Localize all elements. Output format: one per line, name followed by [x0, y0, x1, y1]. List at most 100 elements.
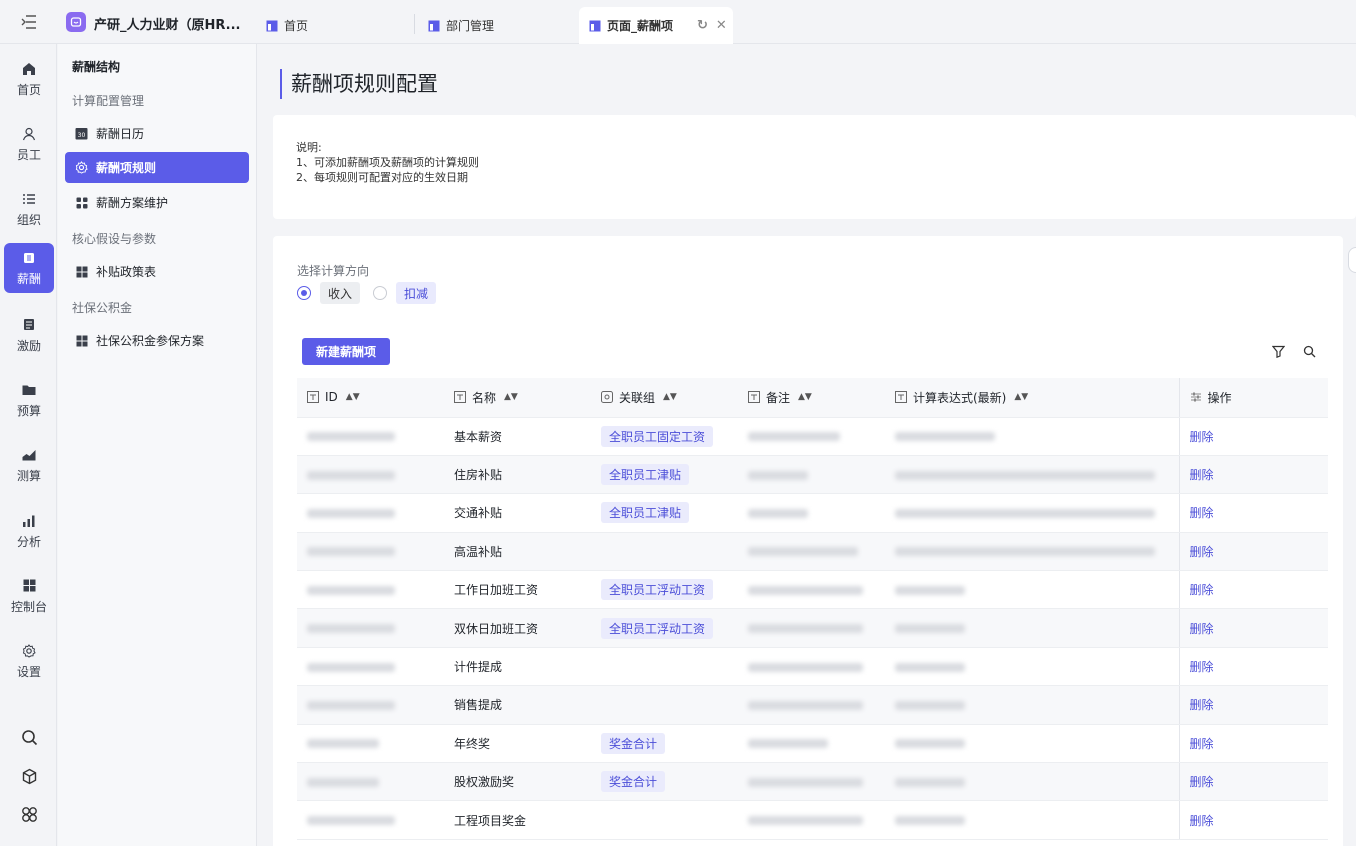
radio-deduct[interactable]: 扣减	[373, 282, 437, 304]
filter-icon[interactable]	[1270, 343, 1286, 359]
nav-salary[interactable]: 薪酬	[4, 243, 54, 293]
nav-estimate[interactable]: 测算	[4, 440, 54, 490]
group-tag[interactable]: 全职员工浮动工资	[601, 579, 714, 601]
app-logo-icon	[66, 12, 86, 32]
subnav-item-calendar[interactable]: 30 薪酬日历	[65, 118, 249, 149]
table-row[interactable]: 双休日加班工资 全职员工浮动工资 删除	[297, 608, 1328, 648]
group-tag[interactable]: 全职员工浮动工资	[601, 617, 714, 639]
table-row[interactable]: 工程项目奖金 删除	[297, 800, 1328, 840]
close-icon[interactable]: ✕	[716, 18, 727, 33]
sort-icon[interactable]: ▲▼	[798, 392, 812, 402]
scroll-handle[interactable]	[1348, 247, 1356, 273]
group-tag[interactable]: 全职员工固定工资	[601, 425, 714, 447]
delete-link[interactable]: 删除	[1190, 583, 1214, 597]
delete-link[interactable]: 删除	[1190, 545, 1214, 559]
sort-icon[interactable]: ▲▼	[504, 392, 518, 402]
sort-icon[interactable]: ▲▼	[346, 392, 360, 402]
nav-label: 设置	[16, 664, 41, 679]
tab-salary-item[interactable]: 页面_薪酬项 ↻ ✕	[579, 7, 733, 44]
nav-settings[interactable]: 设置	[4, 636, 54, 686]
col-remark-header[interactable]: 备注 ▲▼	[738, 378, 885, 418]
table-row[interactable]: 销售提成 删除	[297, 685, 1328, 725]
cell-op: 删除	[1178, 647, 1328, 687]
tab-home[interactable]: 首页	[266, 7, 308, 44]
nav-label: 首页	[16, 82, 41, 97]
col-group-header[interactable]: 关联组 ▲▼	[591, 378, 738, 418]
table-row[interactable]: 住房补贴 全职员工津贴 删除	[297, 455, 1328, 495]
delete-link[interactable]: 删除	[1190, 622, 1214, 636]
tab-divider	[414, 14, 415, 34]
cell-name: 高温补贴	[444, 532, 591, 572]
radio-dot	[297, 286, 311, 300]
delete-link[interactable]: 删除	[1190, 775, 1214, 789]
settings-sliders-icon	[1190, 391, 1202, 403]
group-tag[interactable]: 全职员工津贴	[601, 502, 690, 524]
search-icon[interactable]	[18, 726, 40, 748]
table-row[interactable]: 年终奖 奖金合计 删除	[297, 724, 1328, 764]
nav-employee[interactable]: 员工	[4, 119, 54, 169]
subnav-item-plan[interactable]: 薪酬方案维护	[65, 187, 249, 218]
nav-analysis[interactable]: 分析	[4, 506, 54, 556]
group-tag[interactable]: 全职员工津贴	[601, 464, 690, 486]
cell-group: 全职员工固定工资	[591, 417, 738, 456]
cell-id	[297, 532, 444, 572]
app-name[interactable]: 产研_人力业财（原HR...	[94, 14, 240, 33]
cell-expr	[885, 417, 1179, 456]
header-label: 关联组	[619, 390, 656, 405]
cell-remark	[738, 762, 885, 802]
sort-icon[interactable]: ▲▼	[1014, 392, 1028, 402]
table-row[interactable]: 高温补贴 删除	[297, 532, 1328, 572]
group-tag[interactable]: 奖金合计	[601, 771, 666, 793]
nav-label: 测算	[16, 468, 41, 483]
nav-console[interactable]: 控制台	[4, 571, 54, 621]
search-icon[interactable]	[1301, 343, 1317, 359]
subnav-item-subsidy[interactable]: 补贴政策表	[65, 256, 249, 287]
cell-op: 删除	[1178, 532, 1328, 572]
delete-link[interactable]: 删除	[1190, 430, 1214, 444]
delete-link[interactable]: 删除	[1190, 698, 1214, 712]
cube-icon[interactable]	[18, 765, 40, 787]
table-row[interactable]: 工作日加班工资 全职员工浮动工资 删除	[297, 570, 1328, 610]
cell-remark	[738, 800, 885, 840]
collapse-menu-icon[interactable]	[20, 13, 38, 31]
nav-incentive[interactable]: 激励	[4, 310, 54, 360]
table-row[interactable]: 股权激励奖 奖金合计 删除	[297, 762, 1328, 802]
nav-home[interactable]: 首页	[4, 54, 54, 104]
subnav-label: 补贴政策表	[96, 265, 157, 279]
note-line: 2、每项规则可配置对应的生效日期	[296, 171, 468, 184]
col-id-header[interactable]: ID ▲▼	[297, 378, 444, 418]
subnav-label: 薪酬日历	[96, 127, 145, 141]
tab-department[interactable]: 部门管理	[428, 7, 494, 44]
cell-name: 双休日加班工资	[444, 608, 591, 648]
subnav-label: 薪酬项规则	[96, 161, 157, 175]
group-tag[interactable]: 奖金合计	[601, 732, 666, 754]
radio-income[interactable]: 收入	[297, 282, 361, 304]
tab-label: 部门管理	[446, 19, 495, 33]
subnav-group-calc: 计算配置管理	[72, 94, 145, 108]
col-name-header[interactable]: 名称 ▲▼	[444, 378, 591, 418]
subnav-item-rules[interactable]: 薪酬项规则	[65, 152, 249, 183]
cell-name: 销售提成	[444, 685, 591, 725]
cell-name: 交通补贴	[444, 493, 591, 533]
apps-icon[interactable]	[18, 803, 40, 825]
delete-link[interactable]: 删除	[1190, 506, 1214, 520]
sort-icon[interactable]: ▲▼	[663, 392, 677, 402]
table-row[interactable]: 基本薪资 全职员工固定工资 删除	[297, 417, 1328, 456]
calendar-icon: 30	[75, 127, 88, 140]
col-expr-header[interactable]: 计算表达式(最新) ▲▼	[885, 378, 1179, 418]
table-row[interactable]: 交通补贴 全职员工津贴 删除	[297, 493, 1328, 533]
nav-budget[interactable]: 预算	[4, 375, 54, 425]
delete-link[interactable]: 删除	[1190, 737, 1214, 751]
header-label: 操作	[1207, 390, 1232, 405]
delete-link[interactable]: 删除	[1190, 660, 1214, 674]
delete-link[interactable]: 删除	[1190, 814, 1214, 828]
delete-link[interactable]: 删除	[1190, 468, 1214, 482]
cell-op: 删除	[1178, 724, 1328, 764]
nav-label: 组织	[16, 212, 41, 227]
new-salary-item-button[interactable]: 新建薪酬项	[302, 338, 390, 365]
refresh-icon[interactable]: ↻	[697, 18, 708, 33]
nav-org[interactable]: 组织	[4, 184, 54, 234]
subnav-item-social[interactable]: 社保公积金参保方案	[65, 325, 249, 356]
table-row[interactable]: 计件提成 删除	[297, 647, 1328, 687]
page-icon	[428, 20, 440, 31]
